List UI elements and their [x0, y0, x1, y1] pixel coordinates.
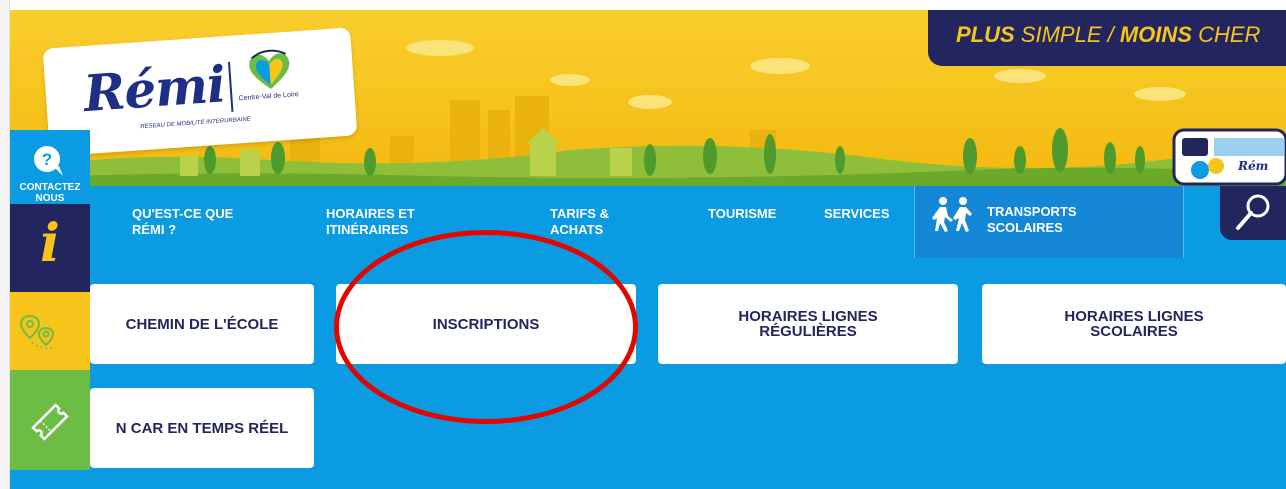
info-button[interactable]: i — [10, 204, 90, 292]
children-walking-icon — [932, 197, 972, 232]
logo-region: Centre-Val de Loire — [238, 91, 299, 103]
slogan-cher: CHER — [1191, 22, 1261, 47]
card-label-line2: SCOLAIRES — [1090, 323, 1178, 340]
nav-item-services[interactable]: SERVICES — [824, 206, 890, 222]
nav-item-transports-scolaires-label: TRANSPORTS SCOLAIRES — [987, 204, 1077, 235]
browser-left-edge — [0, 0, 10, 489]
map-button[interactable] — [10, 292, 90, 370]
card-label: INSCRIPTIONS — [432, 315, 540, 333]
logo-tagline: RÉSEAU DE MOBILITÉ INTERURBAINE — [140, 116, 251, 131]
help-chat-icon: ? — [34, 146, 63, 176]
card-label-line1: HORAIRES LIGNES — [1064, 308, 1204, 325]
bus-illustration: Rém — [1172, 128, 1286, 186]
slogan-simple: SIMPLE / — [1014, 22, 1120, 47]
card-label-line1: HORAIRES LIGNES — [738, 308, 878, 325]
slogan-tab: PLUS SIMPLE / MOINS CHER — [928, 10, 1286, 66]
ticket-button[interactable] — [10, 370, 90, 470]
card-car-en-temps-reel[interactable]: N CAR EN TEMPS RÉEL — [90, 388, 314, 468]
nav-item-horaires-itineraires[interactable]: HORAIRES ET ITINÉRAIRES — [326, 206, 436, 238]
region-heart-icon — [249, 49, 290, 90]
main-navigation: QU'EST-CE QUE RÉMI ? HORAIRES ET ITINÉRA… — [10, 186, 1286, 258]
card-horaires-lignes-regulieres[interactable]: HORAIRES LIGNES RÉGULIÈRES — [658, 284, 958, 364]
contact-label: CONTACTEZ NOUS — [19, 182, 81, 204]
card-chemin-de-lecole[interactable]: CHEMIN DE L'ÉCOLE — [90, 284, 314, 364]
content-area: CHEMIN DE L'ÉCOLE INSCRIPTIONS HORAIRES … — [10, 258, 1286, 489]
svg-text:Rém: Rém — [1237, 159, 1268, 173]
info-icon: i — [40, 213, 60, 274]
slogan-plus: PLUS — [956, 22, 1015, 47]
card-label-line2: RÉGULIÈRES — [759, 323, 857, 340]
card-horaires-lignes-scolaires[interactable]: HORAIRES LIGNES SCOLAIRES — [982, 284, 1286, 364]
search-icon — [1236, 194, 1270, 230]
card-inscriptions[interactable]: INSCRIPTIONS — [336, 284, 636, 364]
nav-item-transports-scolaires[interactable]: TRANSPORTS SCOLAIRES — [914, 186, 1184, 258]
nav-item-tourisme[interactable]: TOURISME — [708, 206, 776, 222]
nav-item-tarifs-achats[interactable]: TARIFS & ACHATS — [550, 206, 630, 238]
svg-text:?: ? — [42, 150, 52, 169]
logo-wordmark: Rémi — [81, 54, 227, 124]
card-label: CHEMIN DE L'ÉCOLE — [125, 315, 279, 333]
logo-separator — [227, 61, 234, 112]
search-button[interactable] — [1220, 186, 1286, 240]
ticket-icon — [31, 403, 69, 441]
map-pins-icon — [20, 314, 57, 350]
side-quick-menu: ? CONTACTEZ NOUS i — [10, 130, 90, 470]
card-label: N CAR EN TEMPS RÉEL — [115, 419, 289, 437]
contact-button[interactable]: ? CONTACTEZ NOUS — [10, 130, 90, 204]
nav-item-quest-ce-que-remi[interactable]: QU'EST-CE QUE RÉMI ? — [132, 206, 262, 238]
slogan-moins: MOINS — [1119, 22, 1192, 47]
